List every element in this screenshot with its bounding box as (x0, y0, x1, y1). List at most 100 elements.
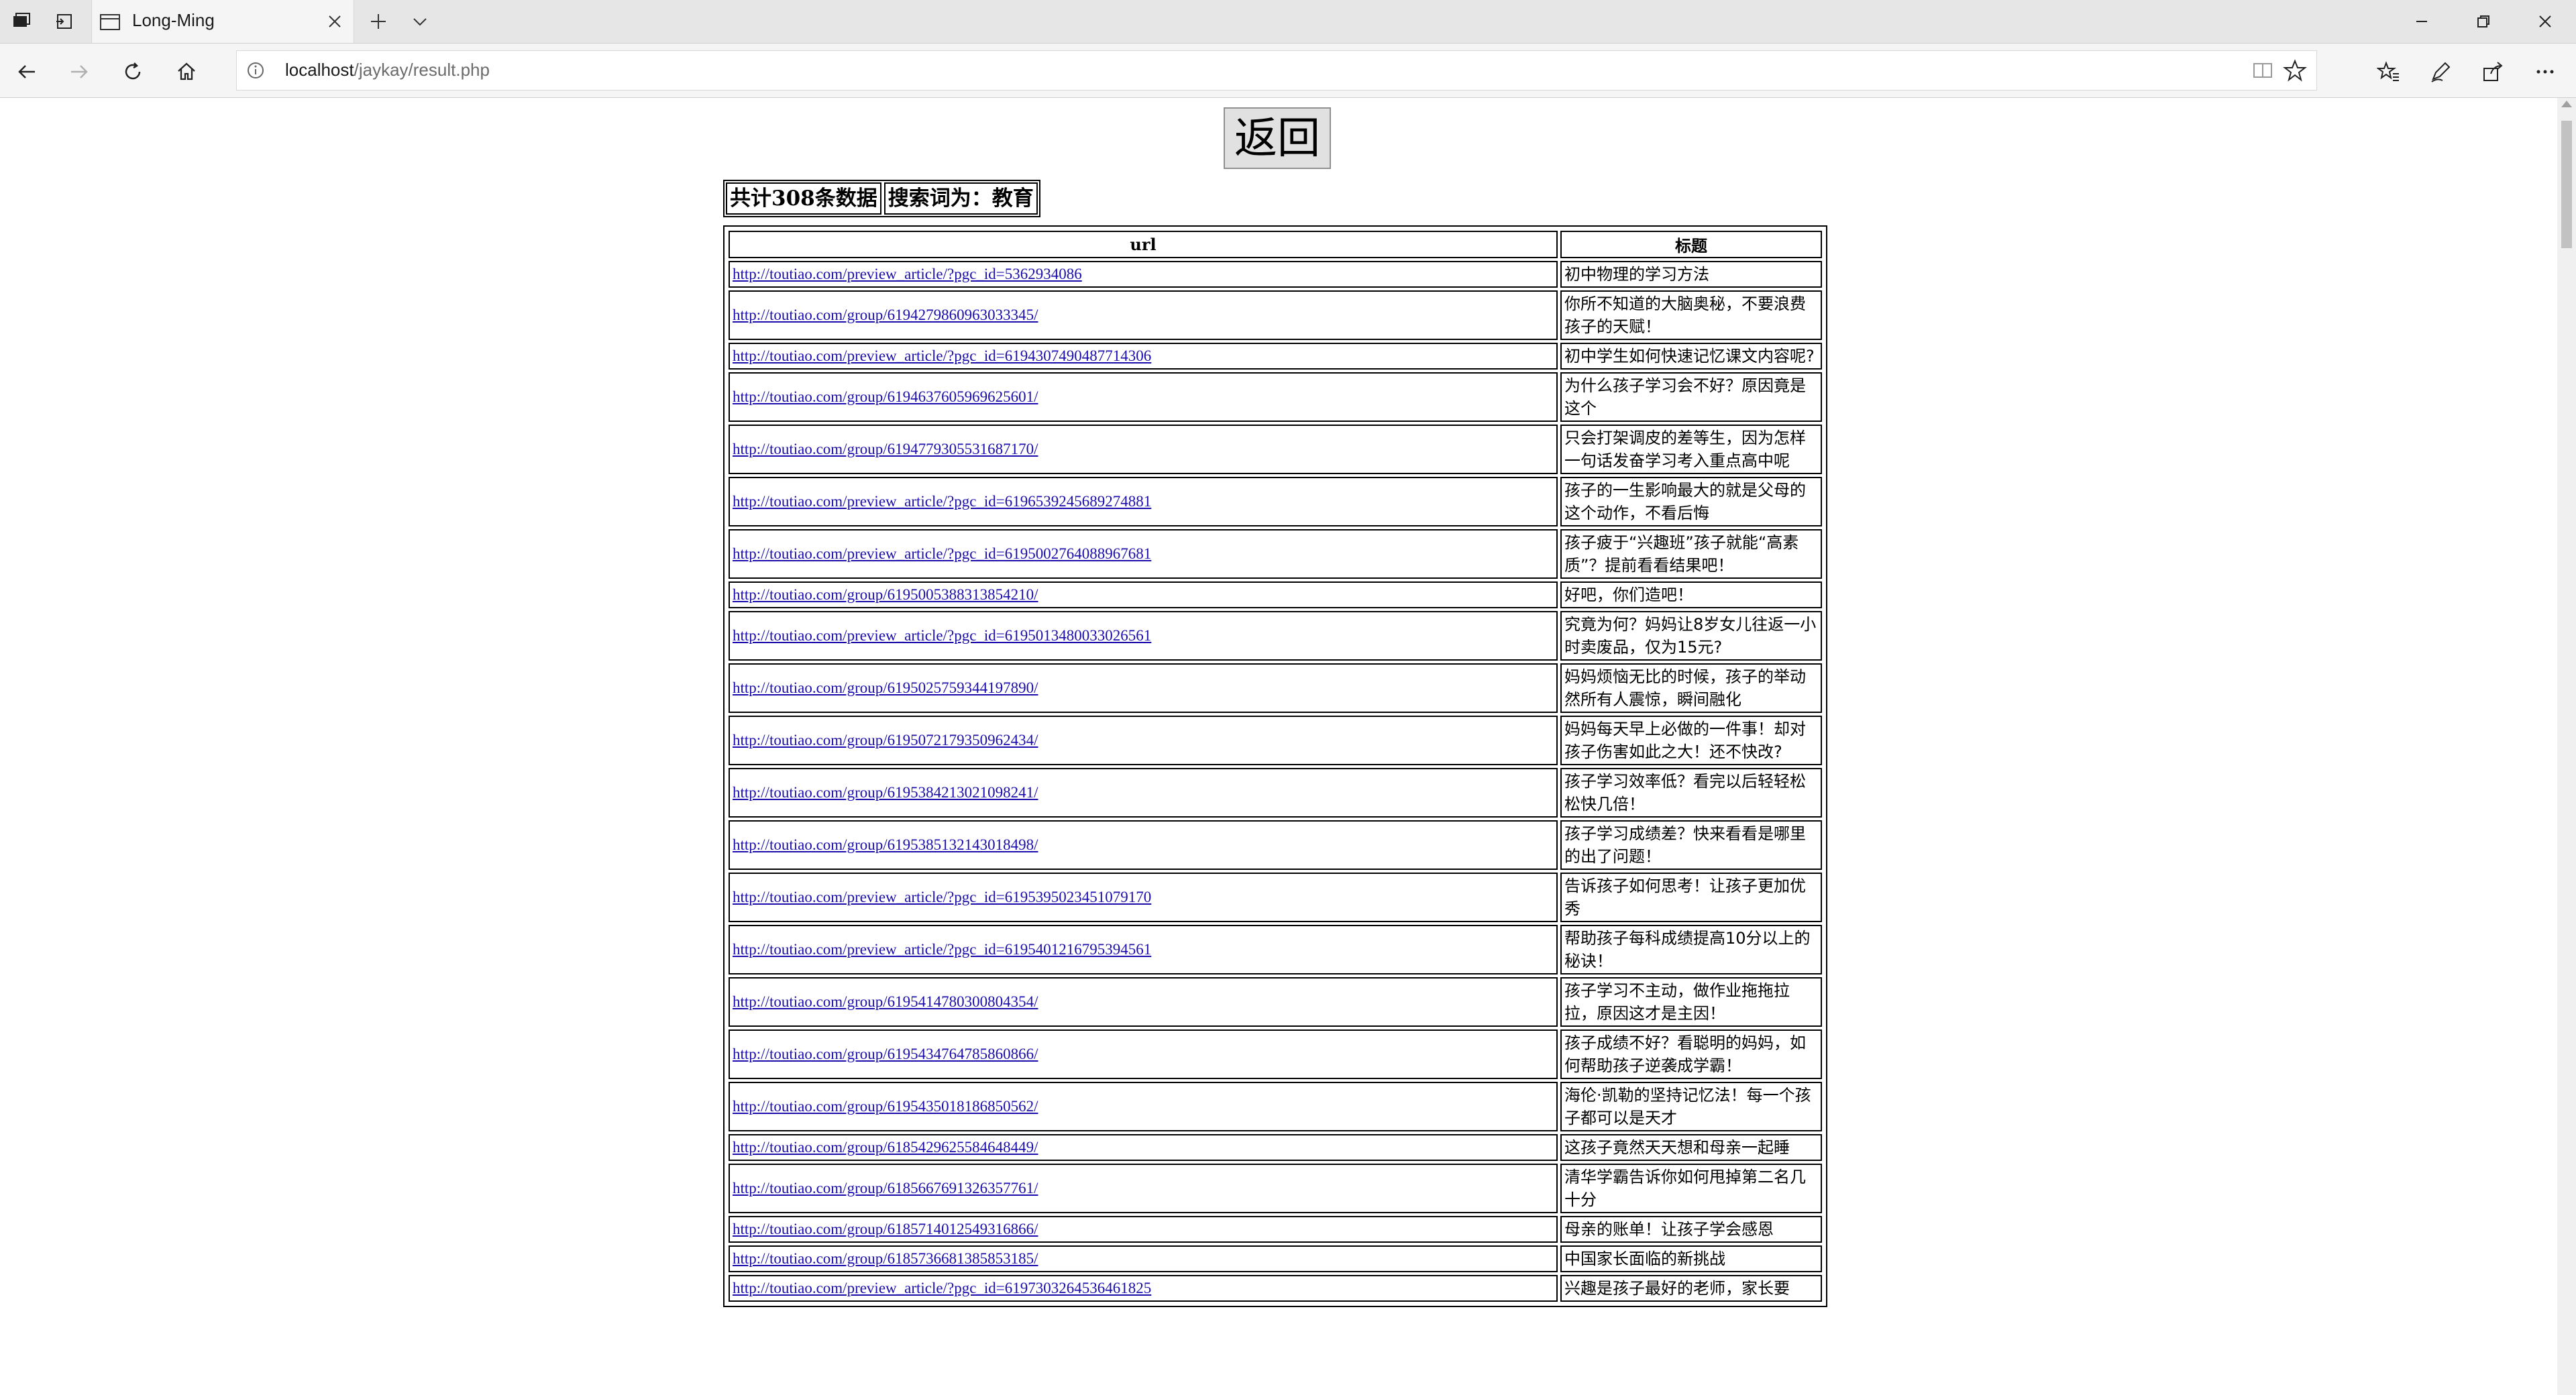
active-tab[interactable]: Long-Ming (91, 0, 354, 43)
title-cell: 究竟为何？妈妈让8岁女儿往返一小时卖废品，仅为15元? (1560, 611, 1822, 661)
url-cell: http://toutiao.com/group/619541478030080… (729, 977, 1558, 1027)
title-cell: 孩子学习成绩差？快来看看是哪里的出了问题！ (1560, 820, 1822, 870)
result-link[interactable]: http://toutiao.com/group/619427986096303… (733, 306, 1038, 323)
title-cell: 好吧，你们造吧！ (1560, 581, 1822, 608)
title-cell: 告诉孩子如何思考！让孩子更加优秀 (1560, 873, 1822, 922)
url-text[interactable]: localhost/jaykay/result.php (285, 60, 490, 80)
url-cell: http://toutiao.com/group/619538421302109… (729, 768, 1558, 818)
result-link[interactable]: http://toutiao.com/group/619463760596962… (733, 388, 1038, 405)
table-row: http://toutiao.com/group/619538421302109… (729, 768, 1822, 818)
result-link[interactable]: http://toutiao.com/preview_article/?pgc_… (733, 266, 1082, 282)
tab-strip: Long-Ming (0, 0, 2576, 44)
add-favorite-star-icon[interactable] (2283, 58, 2307, 82)
result-link[interactable]: http://toutiao.com/group/619507217935096… (733, 732, 1038, 748)
result-link[interactable]: http://toutiao.com/preview_article/?pgc_… (733, 493, 1151, 510)
share-icon[interactable] (2478, 57, 2508, 87)
table-row: http://toutiao.com/group/619502575934419… (729, 663, 1822, 713)
table-row: http://toutiao.com/group/618573668138585… (729, 1245, 1822, 1272)
search-term: 搜索词为：教育 (883, 182, 1038, 215)
table-row: http://toutiao.com/group/619500538831385… (729, 581, 1822, 608)
result-link[interactable]: http://toutiao.com/group/618573668138585… (733, 1250, 1038, 1267)
restore-icon[interactable] (2463, 7, 2504, 36)
vertical-scrollbar[interactable] (2557, 98, 2576, 1395)
url-cell: http://toutiao.com/preview_article/?pgc_… (729, 261, 1558, 288)
table-row: http://toutiao.com/preview_article/?pgc_… (729, 529, 1822, 579)
url-cell: http://toutiao.com/group/619463760596962… (729, 372, 1558, 422)
url-cell: http://toutiao.com/preview_article/?pgc_… (729, 611, 1558, 661)
title-cell: 只会打架调皮的差等生，因为怎样一句话发奋学习考入重点高中呢 (1560, 425, 1822, 474)
scroll-up-arrow-icon[interactable] (2561, 101, 2572, 107)
table-row: http://toutiao.com/group/619463760596962… (729, 372, 1822, 422)
set-aside-tabs-icon[interactable] (9, 9, 34, 34)
table-row: http://toutiao.com/group/619507217935096… (729, 716, 1822, 765)
table-row: http://toutiao.com/preview_article/?pgc_… (729, 477, 1822, 526)
reading-view-icon[interactable] (2252, 60, 2273, 81)
title-cell: 母亲的账单！让孩子学会感恩 (1560, 1216, 1822, 1243)
table-row: http://toutiao.com/preview_article/?pgc_… (729, 261, 1822, 288)
page-icon (99, 11, 121, 34)
result-link[interactable]: http://toutiao.com/group/619541478030080… (733, 993, 1038, 1010)
table-row: http://toutiao.com/group/618566769132635… (729, 1164, 1822, 1213)
info-icon[interactable] (246, 61, 265, 80)
back-arrow-icon[interactable] (12, 57, 42, 87)
column-header-title: 标题 (1560, 231, 1822, 258)
more-options-icon[interactable] (2530, 57, 2560, 87)
table-row: http://toutiao.com/group/619427986096303… (729, 290, 1822, 340)
url-cell: http://toutiao.com/preview_article/?pgc_… (729, 529, 1558, 579)
table-row: http://toutiao.com/group/618571401254931… (729, 1216, 1822, 1243)
result-link[interactable]: http://toutiao.com/group/619538513214301… (733, 836, 1038, 853)
minimize-icon[interactable] (2402, 7, 2442, 36)
table-row: http://toutiao.com/preview_article/?pgc_… (729, 611, 1822, 661)
address-bar[interactable]: localhost/jaykay/result.php (236, 50, 2317, 91)
result-count: 共计308条数据 (726, 182, 881, 215)
refresh-icon[interactable] (118, 57, 148, 87)
url-cell: http://toutiao.com/group/619502575934419… (729, 663, 1558, 713)
result-link[interactable]: http://toutiao.com/preview_article/?pgc_… (733, 889, 1151, 905)
table-row: http://toutiao.com/group/619543476478586… (729, 1029, 1822, 1079)
url-cell: http://toutiao.com/group/618542962558464… (729, 1134, 1558, 1161)
favorites-hub-icon[interactable] (2373, 57, 2403, 87)
close-tab-icon[interactable] (323, 9, 347, 34)
url-cell: http://toutiao.com/group/619477930553168… (729, 425, 1558, 474)
new-tab-icon[interactable] (366, 9, 390, 34)
back-button[interactable]: 返回 (1224, 107, 1331, 169)
title-cell: 这孩子竟然天天想和母亲一起睡 (1560, 1134, 1822, 1161)
result-link[interactable]: http://toutiao.com/preview_article/?pgc_… (733, 941, 1151, 958)
url-cell: http://toutiao.com/group/619543476478586… (729, 1029, 1558, 1079)
table-header-row: url 标题 (729, 231, 1822, 258)
result-link[interactable]: http://toutiao.com/group/618542962558464… (733, 1139, 1038, 1156)
result-link[interactable]: http://toutiao.com/group/619502575934419… (733, 679, 1038, 696)
result-link[interactable]: http://toutiao.com/preview_article/?pgc_… (733, 545, 1151, 562)
url-cell: http://toutiao.com/group/619543501818685… (729, 1082, 1558, 1131)
result-link[interactable]: http://toutiao.com/group/618571401254931… (733, 1221, 1038, 1237)
url-cell: http://toutiao.com/group/619507217935096… (729, 716, 1558, 765)
forward-arrow-icon[interactable] (64, 57, 94, 87)
url-cell: http://toutiao.com/group/618571401254931… (729, 1216, 1558, 1243)
result-link[interactable]: http://toutiao.com/group/619477930553168… (733, 441, 1038, 457)
url-cell: http://toutiao.com/group/618566769132635… (729, 1164, 1558, 1213)
title-cell: 妈妈每天早上必做的一件事！却对孩子伤害如此之大！还不快改? (1560, 716, 1822, 765)
close-window-icon[interactable] (2525, 7, 2565, 36)
result-link[interactable]: http://toutiao.com/group/619538421302109… (733, 784, 1038, 801)
title-cell: 清华学霸告诉你如何甩掉第二名几十分 (1560, 1164, 1822, 1213)
chevron-down-icon[interactable] (408, 9, 432, 34)
home-icon[interactable] (172, 57, 201, 87)
title-cell: 你所不知道的大脑奥秘，不要浪费孩子的天赋！ (1560, 290, 1822, 340)
result-link[interactable]: http://toutiao.com/preview_article/?pgc_… (733, 347, 1151, 364)
result-link[interactable]: http://toutiao.com/preview_article/?pgc_… (733, 627, 1151, 644)
show-tabs-aside-icon[interactable] (52, 9, 76, 34)
summary-table: 共计308条数据 搜索词为：教育 (723, 180, 1040, 217)
title-cell: 中国家长面临的新挑战 (1560, 1245, 1822, 1272)
result-link[interactable]: http://toutiao.com/group/619543501818685… (733, 1098, 1038, 1115)
pen-notes-icon[interactable] (2426, 57, 2455, 87)
result-link[interactable]: http://toutiao.com/group/619543476478586… (733, 1046, 1038, 1062)
title-cell: 孩子的一生影响最大的就是父母的这个动作，不看后悔 (1560, 477, 1822, 526)
title-cell: 初中学生如何快速记忆课文内容呢? (1560, 343, 1822, 370)
navigation-bar: localhost/jaykay/result.php (0, 44, 2576, 98)
url-cell: http://toutiao.com/group/618573668138585… (729, 1245, 1558, 1272)
title-cell: 海伦·凯勒的坚持记忆法！每一个孩子都可以是天才 (1560, 1082, 1822, 1131)
result-link[interactable]: http://toutiao.com/preview_article/?pgc_… (733, 1280, 1151, 1296)
scroll-thumb[interactable] (2561, 121, 2572, 248)
result-link[interactable]: http://toutiao.com/group/618566769132635… (733, 1180, 1038, 1196)
result-link[interactable]: http://toutiao.com/group/619500538831385… (733, 586, 1038, 603)
